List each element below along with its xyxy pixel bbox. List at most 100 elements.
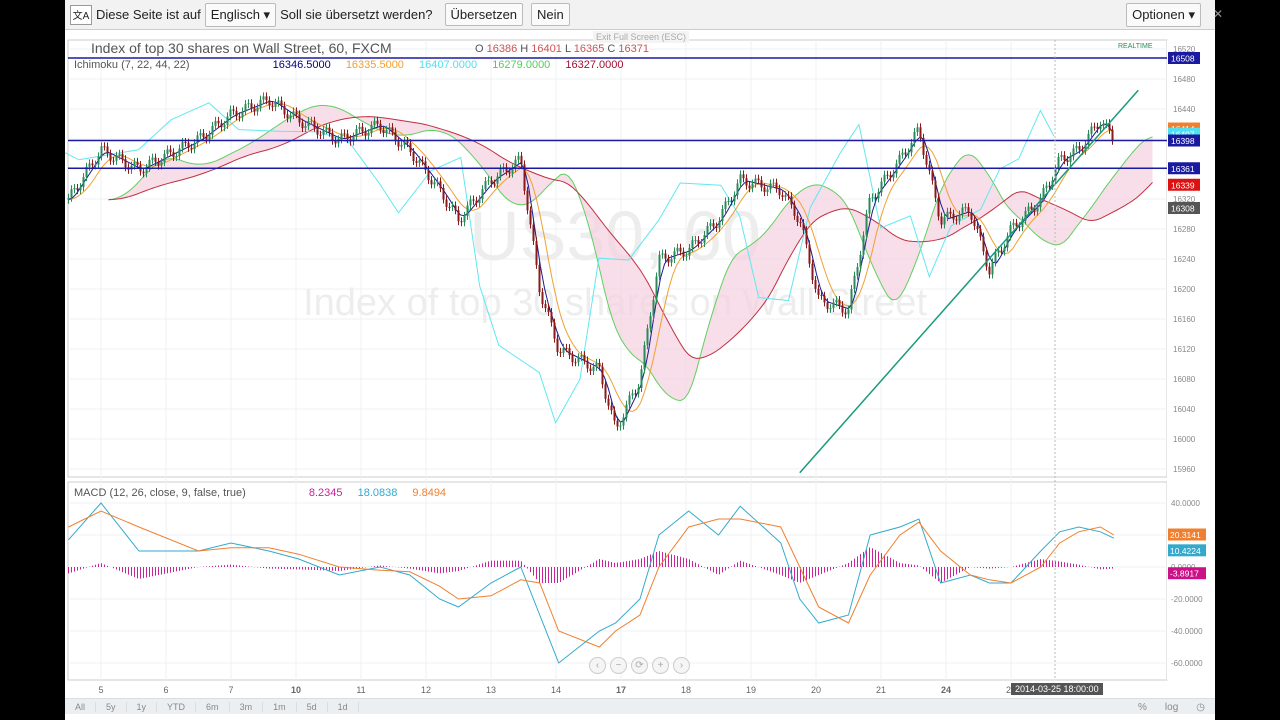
- x-tick-label: 11: [356, 685, 365, 695]
- candle-body: [325, 127, 328, 130]
- range-all[interactable]: All: [65, 701, 97, 712]
- candle-body: [715, 226, 718, 228]
- candle-body: [679, 247, 682, 252]
- scroll-right-button[interactable]: ›: [673, 657, 690, 674]
- candle-body: [67, 197, 70, 200]
- macd-tick-label: -40.0000: [1171, 627, 1203, 636]
- candle-body: [112, 160, 115, 162]
- log-scale-button[interactable]: log: [1165, 702, 1178, 713]
- candle-body: [790, 196, 793, 205]
- candle-body: [742, 174, 745, 179]
- candle-body: [889, 175, 892, 178]
- y-tick-label: 16080: [1173, 375, 1196, 384]
- candle-body: [148, 159, 151, 168]
- candle-body: [769, 183, 772, 190]
- candle-body: [592, 366, 595, 372]
- candle-body: [919, 127, 922, 138]
- candle-body: [544, 304, 547, 309]
- clock-icon[interactable]: ◷: [1196, 702, 1205, 713]
- candle-body: [622, 417, 625, 426]
- candle-body: [955, 219, 958, 221]
- candle-body: [985, 251, 988, 267]
- candle-body: [946, 211, 949, 218]
- candle-body: [856, 267, 859, 276]
- chart-navigation: ‹ − ⟳ + ›: [589, 657, 690, 674]
- candle-body: [880, 181, 883, 193]
- chart-title: Index of top 30 shares on Wall Street, 6…: [91, 40, 392, 56]
- y-tick-label: 16240: [1173, 255, 1196, 264]
- range-1m[interactable]: 1m: [263, 701, 297, 712]
- zoom-in-button[interactable]: +: [652, 657, 669, 674]
- candle-body: [706, 225, 709, 236]
- x-tick-label: 18: [681, 685, 691, 695]
- candle-body: [151, 157, 154, 160]
- candle-body: [163, 154, 166, 163]
- x-tick-label: 10: [291, 685, 301, 695]
- candle-body: [1078, 146, 1081, 150]
- candle-body: [877, 192, 880, 199]
- candle-body: [283, 105, 286, 115]
- candle-body: [121, 153, 124, 160]
- range-1y[interactable]: 1y: [127, 701, 158, 712]
- price-badge-label: 16339: [1171, 180, 1195, 190]
- candle-body: [268, 100, 271, 106]
- candle-body: [385, 129, 388, 134]
- candle-body: [628, 395, 631, 405]
- candle-body: [805, 230, 808, 245]
- candle-body: [817, 288, 820, 295]
- range-5y[interactable]: 5y: [96, 701, 127, 712]
- candle-body: [301, 122, 304, 129]
- candle-body: [1012, 222, 1015, 226]
- candle-body: [841, 305, 844, 313]
- candle-body: [736, 183, 739, 196]
- candle-body: [364, 131, 367, 136]
- candle-body: [271, 105, 274, 108]
- candle-body: [913, 131, 916, 143]
- candle-body: [520, 155, 523, 165]
- candle-body: [832, 302, 835, 309]
- candle-body: [289, 115, 292, 119]
- chart-canvas[interactable]: 1652016480164401640016360163201628016240…: [65, 0, 1215, 698]
- candle-body: [586, 360, 589, 369]
- range-6m[interactable]: 6m: [196, 701, 230, 712]
- candle-body: [1003, 247, 1006, 252]
- candle-body: [661, 253, 664, 255]
- candle-body: [682, 251, 685, 257]
- candle-body: [559, 351, 562, 353]
- candle-body: [907, 152, 910, 155]
- scroll-left-button[interactable]: ‹: [589, 657, 606, 674]
- candle-body: [469, 199, 472, 206]
- candle-body: [550, 311, 553, 323]
- candle-body: [208, 134, 211, 140]
- candle-body: [853, 275, 856, 290]
- macd-badge-label: 20.3141: [1170, 530, 1201, 540]
- percent-scale-button[interactable]: %: [1138, 702, 1147, 713]
- candle-body: [472, 199, 475, 201]
- zoom-out-button[interactable]: −: [610, 657, 627, 674]
- y-tick-label: 16280: [1173, 225, 1196, 234]
- candle-body: [73, 188, 76, 190]
- candle-body: [670, 259, 673, 263]
- candle-body: [673, 251, 676, 260]
- candle-body: [997, 250, 1000, 253]
- y-tick-label: 16040: [1173, 405, 1196, 414]
- range-ytd[interactable]: YTD: [157, 701, 197, 712]
- macd-legend[interactable]: MACD (12, 26, close, 9, false, true) 8.2…: [74, 487, 446, 499]
- candle-body: [175, 156, 178, 158]
- high-value: 16401: [531, 43, 562, 55]
- candle-body: [244, 104, 247, 112]
- range-1d[interactable]: 1d: [328, 701, 359, 712]
- range-3m[interactable]: 3m: [230, 701, 264, 712]
- ichimoku-legend[interactable]: Ichimoku (7, 22, 44, 22) 16346.5000 1633…: [74, 59, 624, 71]
- y-tick-label: 16160: [1173, 315, 1196, 324]
- range-5d[interactable]: 5d: [297, 701, 328, 712]
- candle-body: [463, 215, 466, 223]
- candle-body: [964, 207, 967, 209]
- candle-body: [88, 163, 91, 167]
- candle-body: [205, 136, 208, 140]
- candle-body: [133, 161, 136, 166]
- reset-button[interactable]: ⟳: [631, 657, 648, 674]
- candle-body: [847, 309, 850, 315]
- candle-body: [403, 141, 406, 145]
- exit-fullscreen-hint[interactable]: Exit Full Screen (ESC): [593, 31, 690, 43]
